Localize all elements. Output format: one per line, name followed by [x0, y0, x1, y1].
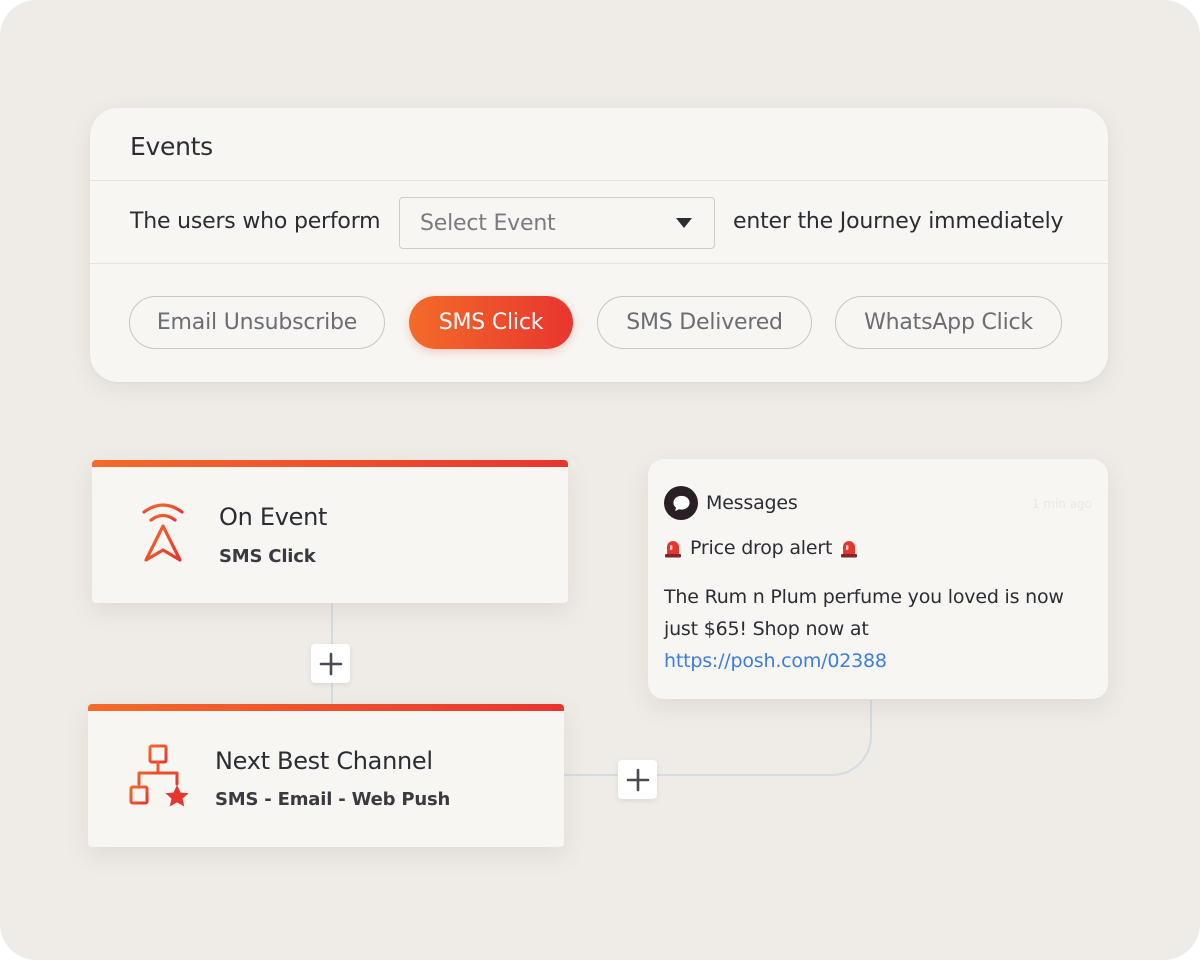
messages-app-icon [664, 486, 698, 520]
message-link[interactable]: https://posh.com/02388 [664, 650, 887, 672]
rule-sentence-prefix: The users who perform [130, 209, 381, 234]
event-chip-email-unsubscribe[interactable]: Email Unsubscribe [129, 296, 385, 349]
event-chip-sms-click[interactable]: SMS Click [409, 296, 573, 349]
message-timestamp: 1 min ago [1031, 497, 1092, 511]
node-accent-bar [92, 460, 568, 467]
node-title: Next Best Channel [215, 747, 433, 775]
event-select-dropdown[interactable]: Select Event [399, 197, 715, 249]
event-select-placeholder: Select Event [420, 210, 556, 236]
broadcast-navigation-icon [138, 500, 188, 566]
event-chip-whatsapp-click[interactable]: WhatsApp Click [835, 296, 1062, 349]
siren-icon [665, 541, 681, 558]
add-step-button[interactable] [618, 760, 657, 799]
rule-sentence-suffix: enter the Journey immediately [733, 209, 1064, 234]
node-subtitle: SMS - Email - Web Push [215, 789, 451, 810]
journey-node-next-best-channel[interactable]: Next Best Channel SMS - Email - Web Push [88, 704, 564, 847]
message-body: The Rum n Plum perfume you loved is now … [664, 581, 1084, 677]
message-headline: Price drop alert [664, 537, 858, 559]
divider [90, 263, 1108, 264]
sms-message-preview: Messages 1 min ago Price drop alert The … [648, 459, 1108, 699]
journey-node-on-event[interactable]: On Event SMS Click [92, 460, 568, 603]
plus-icon [626, 768, 649, 791]
node-accent-bar [88, 704, 564, 711]
add-step-button[interactable] [311, 644, 350, 683]
node-title: On Event [219, 503, 328, 531]
plus-icon [319, 652, 342, 675]
caret-down-icon [676, 218, 692, 228]
divider [90, 180, 1108, 181]
canvas: Events The users who perform Select Even… [0, 0, 1200, 960]
message-body-text: The Rum n Plum perfume you loved is now … [664, 586, 1064, 640]
node-subtitle: SMS Click [219, 546, 316, 567]
events-panel-title: Events [130, 132, 213, 161]
message-headline-text: Price drop alert [690, 537, 833, 559]
flow-connector [564, 774, 824, 776]
siren-icon [841, 541, 858, 558]
flow-connector-curve [822, 700, 872, 776]
hierarchy-star-icon [126, 744, 192, 810]
events-panel: Events The users who perform Select Even… [90, 108, 1108, 382]
event-chip-sms-delivered[interactable]: SMS Delivered [597, 296, 812, 349]
message-app-name: Messages [706, 492, 798, 514]
